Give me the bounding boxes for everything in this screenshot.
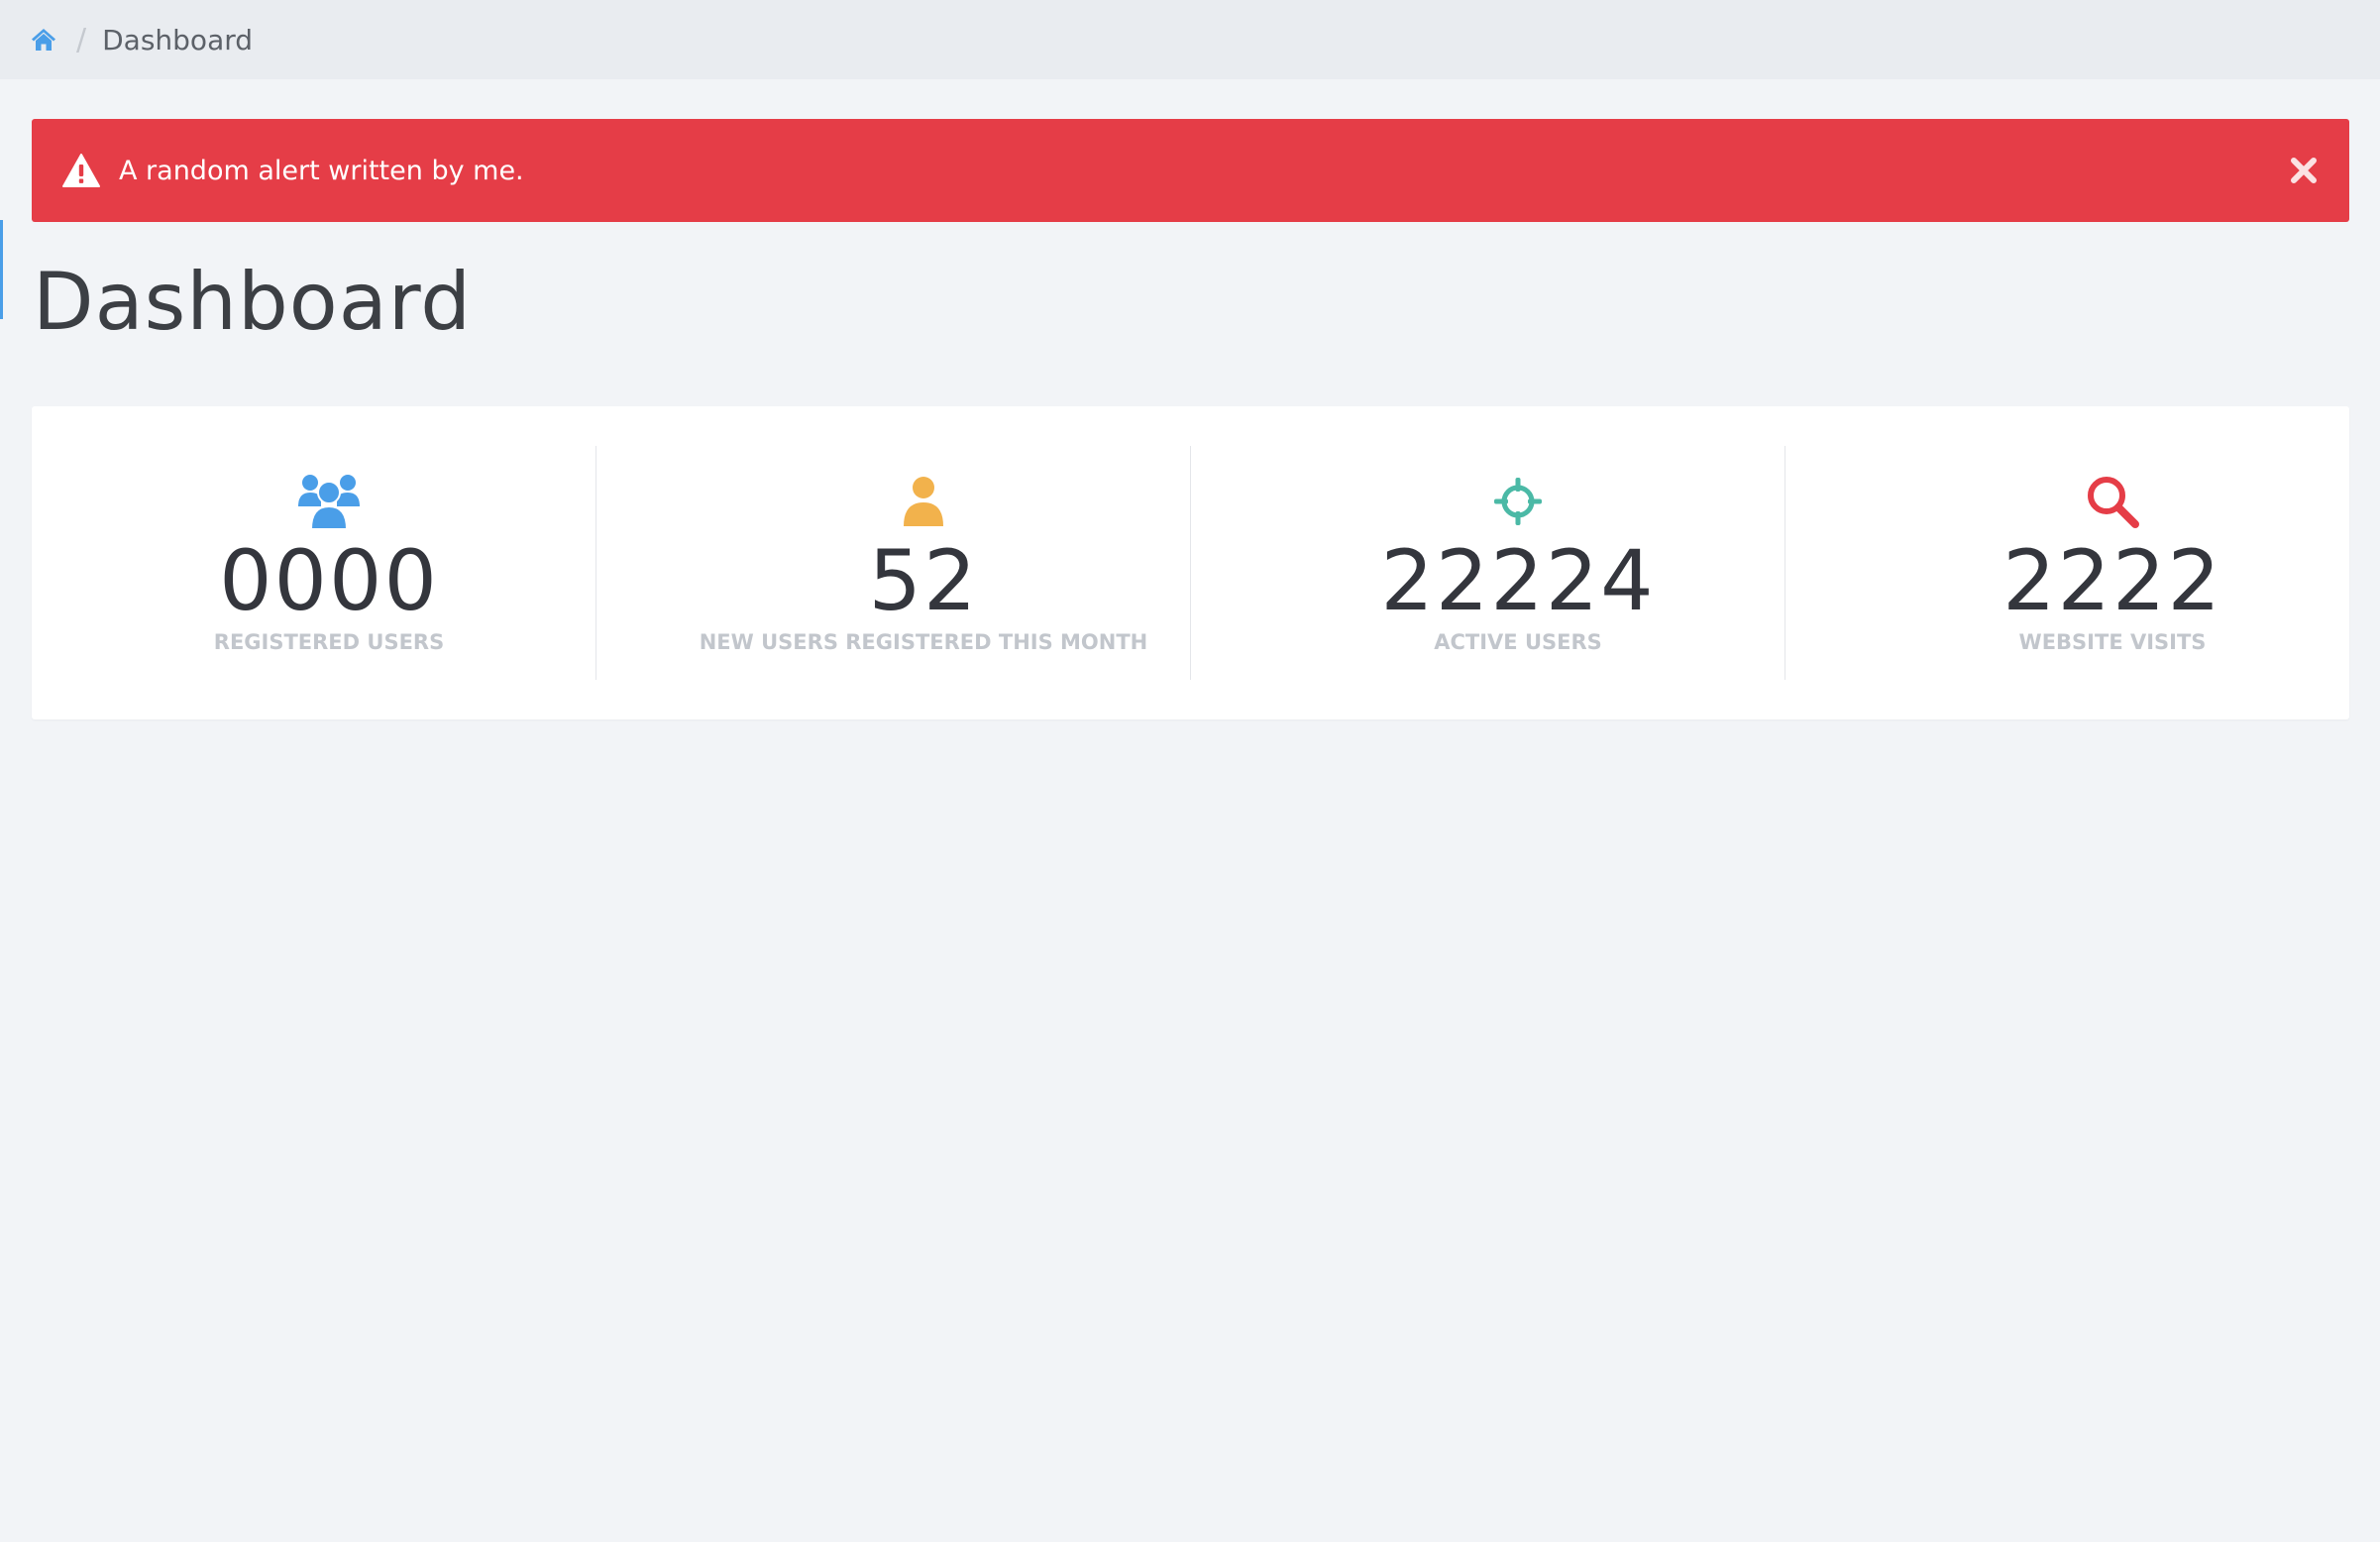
stats-panel: 0000 REGISTERED USERS 52 NEW USERS REGIS…: [32, 406, 2349, 719]
home-icon[interactable]: [31, 26, 58, 54]
stat-label: WEBSITE VISITS: [2018, 630, 2207, 654]
stat-label: ACTIVE USERS: [1434, 630, 1602, 654]
stat-value: 2222: [2002, 532, 2222, 629]
alert-message: A random alert written by me.: [119, 155, 524, 186]
alert-banner: A random alert written by me.: [32, 119, 2349, 222]
stat-label: NEW USERS REGISTERED THIS MONTH: [699, 630, 1148, 654]
stat-value: 22224: [1380, 532, 1656, 629]
search-icon: [1815, 472, 2380, 531]
stat-registered-users: 0000 REGISTERED USERS: [32, 446, 626, 680]
stat-label: REGISTERED USERS: [213, 630, 445, 654]
stat-new-users: 52 NEW USERS REGISTERED THIS MONTH: [626, 446, 1221, 680]
stat-divider: [595, 446, 596, 680]
breadcrumb: / Dashboard: [0, 0, 2380, 79]
users-icon: [32, 472, 626, 531]
stat-value: 0000: [219, 532, 439, 629]
crosshairs-icon: [1221, 472, 1815, 531]
user-icon: [626, 472, 1221, 531]
stat-active-users: 22224 ACTIVE USERS: [1221, 446, 1815, 680]
close-icon[interactable]: [2288, 155, 2320, 186]
breadcrumb-current: Dashboard: [102, 23, 254, 56]
breadcrumb-separator: /: [76, 22, 87, 57]
sidebar-active-indicator: [0, 220, 3, 319]
page-title: Dashboard: [33, 256, 473, 348]
stat-website-visits: 2222 WEBSITE VISITS: [1815, 446, 2380, 680]
warning-icon: [61, 152, 103, 189]
stat-value: 52: [868, 532, 979, 629]
stat-divider: [1190, 446, 1191, 680]
